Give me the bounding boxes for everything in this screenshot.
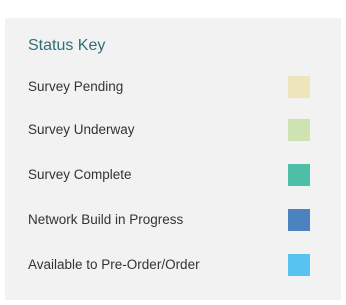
legend-item-survey-underway: Survey Underway [5,119,341,143]
status-key-title: Status Key [28,37,106,54]
legend-label: Available to Pre-Order/Order [28,257,200,272]
legend-swatch [288,254,310,276]
legend-item-available-to-pre-order: Available to Pre-Order/Order [5,254,341,278]
legend-swatch [288,209,310,231]
legend-swatch [288,164,310,186]
legend-swatch [288,76,310,98]
legend-label: Survey Pending [28,79,124,94]
legend-item-network-build-in-progress: Network Build in Progress [5,209,341,233]
legend-label: Survey Underway [28,122,135,137]
status-key-panel: Status Key Survey Pending Survey Underwa… [5,18,341,300]
legend-label: Survey Complete [28,167,132,182]
legend-item-survey-pending: Survey Pending [5,76,341,100]
legend-swatch [288,119,310,141]
legend-label: Network Build in Progress [28,212,184,227]
legend-item-survey-complete: Survey Complete [5,164,341,188]
